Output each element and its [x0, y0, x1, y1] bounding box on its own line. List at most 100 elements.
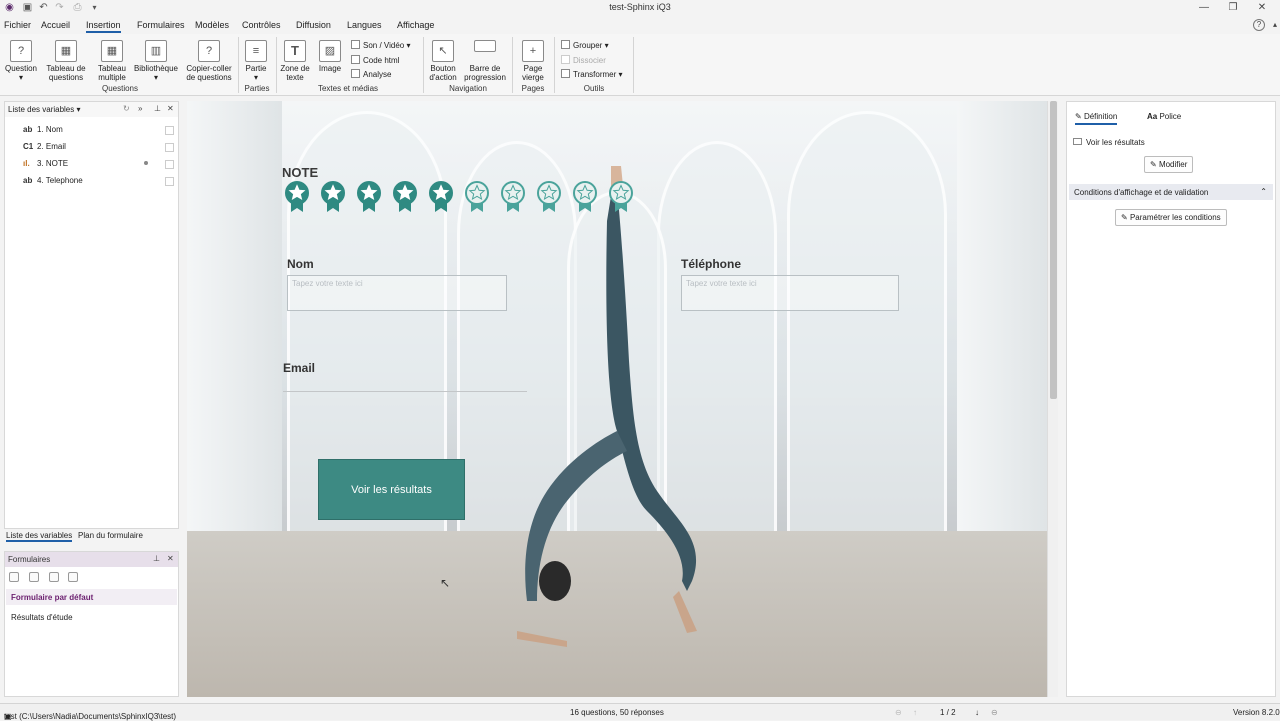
tab-modeles[interactable]: Modèles	[195, 20, 229, 30]
close-panel-icon[interactable]: ✕	[167, 554, 174, 563]
parametrer-conditions-button[interactable]: ✎ Paramétrer les conditions	[1115, 209, 1227, 226]
background-image	[187, 101, 282, 601]
blank-page-icon: +	[522, 40, 544, 62]
page-indicator: 1 / 2	[940, 708, 956, 717]
conditions-header[interactable]: Conditions d'affichage et de validation …	[1069, 184, 1273, 200]
tableau-questions-button[interactable]: ▦ Tableau de questions	[43, 40, 89, 82]
group-label-navigation: Navigation	[449, 84, 487, 93]
form-canvas[interactable]: NOTE Nom Tapez votre texte ici Téléphone…	[187, 101, 1047, 697]
dissocier-button[interactable]: Dissocier	[561, 55, 606, 65]
ungroup-icon	[561, 55, 570, 64]
tab-definition[interactable]: ✎ Définition	[1075, 112, 1118, 125]
tab-insertion[interactable]: Insertion	[86, 20, 121, 33]
media-icon	[351, 40, 360, 49]
restore-icon[interactable]: ❐	[1225, 1, 1241, 15]
page-vierge-button[interactable]: + Page vierge	[516, 40, 550, 82]
variable-checkbox[interactable]	[165, 143, 174, 152]
refresh-icon[interactable]: ↻	[123, 104, 130, 113]
tab-formulaires[interactable]: Formulaires	[137, 20, 185, 30]
help-icon[interactable]: ?	[1253, 19, 1265, 31]
expand-icon[interactable]: »	[138, 104, 142, 113]
prev-page-icon[interactable]: ↑	[913, 708, 917, 717]
collapse-ribbon-icon[interactable]: ▴	[1267, 18, 1280, 32]
form-settings-icon[interactable]	[68, 572, 78, 582]
star-filled-icon[interactable]	[429, 181, 453, 213]
canvas-scrollbar[interactable]	[1047, 101, 1058, 697]
star-filled-icon[interactable]	[357, 181, 381, 213]
image-button[interactable]: ▨ Image	[315, 40, 345, 73]
form-item-selected[interactable]: Formulaire par défaut	[6, 589, 177, 605]
collapse-icon[interactable]: ⌃	[1260, 187, 1267, 196]
next-page-icon[interactable]: ↓	[975, 708, 979, 717]
variables-panel-title[interactable]: Liste des variables	[8, 105, 74, 114]
group-label-outils: Outils	[583, 84, 605, 93]
variables-panel-header: Liste des variables ▾ ↻ » ⊥ ✕	[5, 102, 178, 117]
variable-label: 4. Telephone	[37, 176, 83, 185]
nom-input[interactable]: Tapez votre texte ici	[287, 275, 507, 311]
duplicate-form-icon[interactable]	[29, 572, 39, 582]
star-empty-icon[interactable]	[501, 181, 525, 213]
partie-button[interactable]: ≡ Partie ▾	[242, 40, 270, 82]
barre-progression-button[interactable]: Barre de progression	[463, 40, 507, 82]
variable-item[interactable]: ab 4. Telephone	[23, 176, 83, 185]
last-page-icon[interactable]: ⊖	[991, 708, 998, 717]
group-label-pages: Pages	[521, 84, 545, 93]
variable-item[interactable]: ıl. 3. NOTE	[23, 159, 68, 168]
minimize-icon[interactable]: —	[1196, 1, 1212, 15]
pin-icon[interactable]: ⊥	[153, 554, 160, 563]
star-filled-icon[interactable]	[285, 181, 309, 213]
email-input[interactable]	[283, 391, 527, 392]
variable-checkbox[interactable]	[165, 160, 174, 169]
tableau-multiple-button[interactable]: ▦ Tableau multiple	[94, 40, 130, 82]
question-button-label: Question	[4, 64, 38, 73]
tab-affichage[interactable]: Affichage	[397, 20, 434, 30]
code-html-button[interactable]: Code html	[351, 55, 399, 65]
tab-langues[interactable]: Langues	[347, 20, 382, 30]
forms-panel-header: Formulaires ⊥ ✕	[5, 552, 178, 567]
tab-plan-formulaire[interactable]: Plan du formulaire	[78, 531, 143, 540]
star-filled-icon[interactable]	[321, 181, 345, 213]
star-empty-icon[interactable]	[465, 181, 489, 213]
tab-police[interactable]: Aa Police	[1147, 112, 1181, 121]
status-bar: ▣ test (C:\Users\Nadia\Documents\SphinxI…	[0, 703, 1280, 721]
analyse-button[interactable]: Analyse	[351, 69, 391, 79]
form-item[interactable]: Résultats d'étude	[11, 613, 73, 622]
copier-coller-button[interactable]: ? Copier-coller de questions	[184, 40, 234, 82]
question-button[interactable]: ? Question ▾	[3, 40, 39, 82]
pin-icon[interactable]: ⊥	[154, 104, 161, 113]
variable-checkbox[interactable]	[165, 177, 174, 186]
partie-label: Partie	[245, 64, 267, 73]
modifier-button[interactable]: ✎ Modifier	[1144, 156, 1194, 173]
scrollbar-thumb[interactable]	[1050, 101, 1057, 399]
bouton-action-button[interactable]: ↖ Bouton d'action	[426, 40, 460, 82]
html-icon	[351, 55, 360, 64]
window-title: test-Sphinx iQ3	[609, 2, 671, 12]
grouper-button[interactable]: Grouper ▾	[561, 40, 609, 50]
variable-item[interactable]: C1 2. Email	[23, 142, 66, 151]
element-name: Voir les résultats	[1073, 138, 1145, 147]
star-empty-icon[interactable]	[609, 181, 633, 213]
action-button-icon: ↖	[432, 40, 454, 62]
zone-texte-button[interactable]: T Zone de texte	[279, 40, 311, 82]
tab-diffusion[interactable]: Diffusion	[296, 20, 331, 30]
son-video-button[interactable]: Son / Vidéo ▾	[351, 40, 410, 50]
voir-resultats-button[interactable]: Voir les résultats	[318, 459, 465, 520]
star-empty-icon[interactable]	[573, 181, 597, 213]
first-page-icon[interactable]: ⊖	[895, 708, 902, 717]
delete-form-icon[interactable]	[49, 572, 59, 582]
transformer-button[interactable]: Transformer ▾	[561, 69, 623, 79]
tab-liste-variables[interactable]: Liste des variables	[6, 531, 73, 542]
add-form-icon[interactable]	[9, 572, 19, 582]
variable-item[interactable]: ab 1. Nom	[23, 125, 63, 134]
tab-controles[interactable]: Contrôles	[242, 20, 281, 30]
star-filled-icon[interactable]	[393, 181, 417, 213]
variable-checkbox[interactable]	[165, 126, 174, 135]
star-empty-icon[interactable]	[537, 181, 561, 213]
bibliotheque-button[interactable]: ▥ Bibliothèque ▾	[132, 40, 180, 82]
tab-fichier[interactable]: Fichier	[4, 20, 31, 30]
tab-accueil[interactable]: Accueil	[41, 20, 70, 30]
telephone-input[interactable]: Tapez votre texte ici	[681, 275, 899, 311]
part-icon: ≡	[245, 40, 267, 62]
close-panel-icon[interactable]: ✕	[167, 104, 174, 113]
close-icon[interactable]: ✕	[1254, 1, 1270, 15]
